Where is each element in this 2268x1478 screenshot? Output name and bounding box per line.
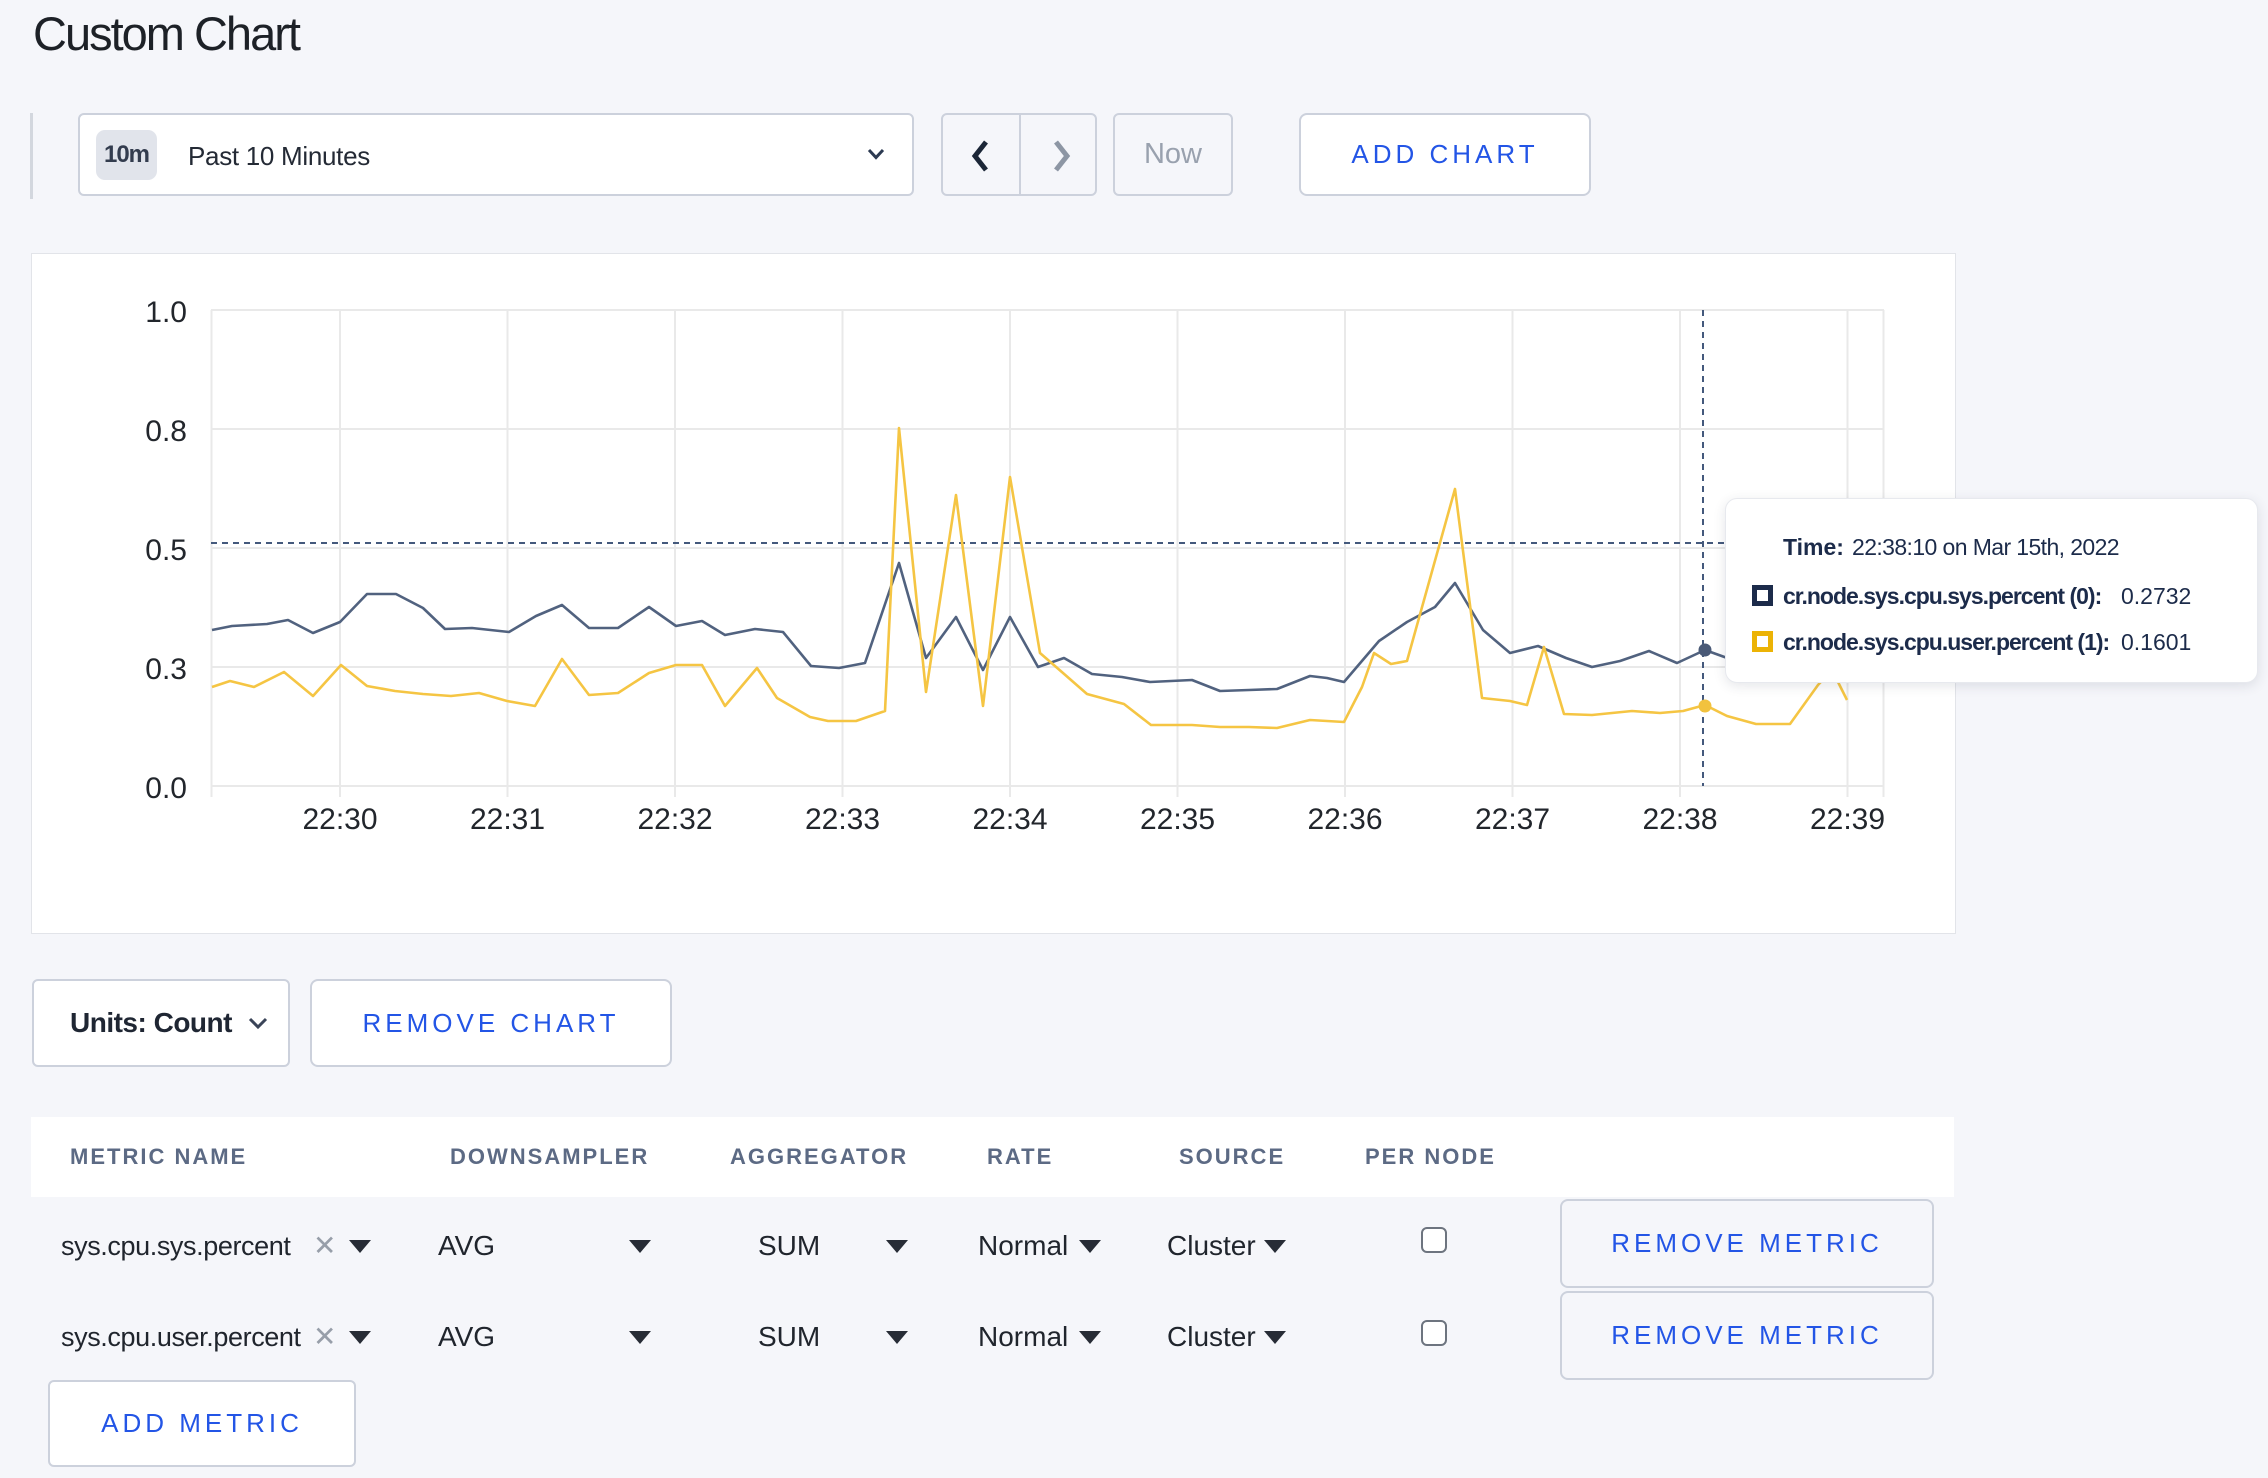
svg-text:1.0: 1.0 [145,296,187,329]
svg-text:22:39: 22:39 [1810,803,1885,836]
svg-text:22:34: 22:34 [972,803,1047,836]
svg-text:22:36: 22:36 [1307,803,1382,836]
svg-text:22:30: 22:30 [302,803,377,836]
svg-text:22:35: 22:35 [1140,803,1215,836]
svg-text:0.8: 0.8 [145,415,187,448]
svg-text:0.3: 0.3 [145,653,187,686]
svg-text:22:33: 22:33 [805,803,880,836]
svg-text:22:37: 22:37 [1475,803,1550,836]
svg-text:22:31: 22:31 [470,803,545,836]
svg-text:22:32: 22:32 [637,803,712,836]
svg-text:22:38: 22:38 [1642,803,1717,836]
svg-text:0.5: 0.5 [145,534,187,567]
svg-text:0.0: 0.0 [145,772,187,805]
